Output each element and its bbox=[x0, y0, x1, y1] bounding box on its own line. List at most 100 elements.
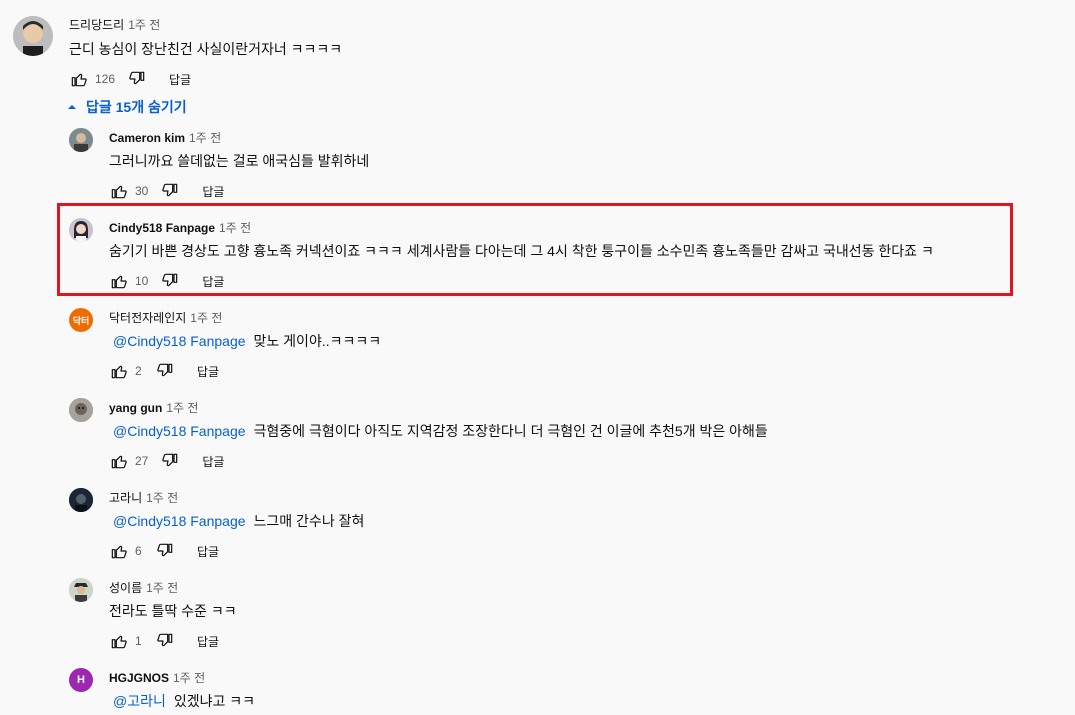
thumb-down-icon bbox=[157, 543, 173, 557]
like-count: 1 bbox=[135, 634, 142, 648]
reply-body: 전라도 틀딱 수준 ㅋㅋ bbox=[109, 603, 237, 619]
timestamp[interactable]: 1주 전 bbox=[146, 579, 178, 596]
reply-button[interactable]: 답글 bbox=[202, 273, 224, 290]
dislike-button[interactable] bbox=[155, 361, 175, 381]
reply-actions: 10 답글 bbox=[109, 271, 224, 291]
reply-body: 느그매 간수나 잘혀 bbox=[253, 513, 365, 529]
dislike-button[interactable] bbox=[155, 631, 175, 651]
thumb-down-icon bbox=[162, 273, 178, 287]
avatar-reply[interactable] bbox=[69, 578, 93, 602]
thumb-down-icon bbox=[157, 363, 173, 377]
timestamp[interactable]: 1주 전 bbox=[146, 489, 178, 506]
person-avatar-icon bbox=[69, 398, 93, 422]
person-avatar-icon bbox=[69, 218, 93, 242]
thumb-up-icon bbox=[111, 365, 127, 379]
like-count: 10 bbox=[135, 274, 149, 288]
like-button[interactable] bbox=[109, 181, 129, 201]
avatar-reply[interactable]: H bbox=[69, 668, 93, 692]
reply-header: 고라니 1주 전 bbox=[109, 489, 178, 506]
timestamp[interactable]: 1주 전 bbox=[189, 129, 221, 146]
reply-body: 숨기기 바쁜 경상도 고향 흉노족 커넥션이죠 ㅋㅋㅋ 세계사람들 다아는데 그… bbox=[109, 243, 934, 259]
like-button[interactable] bbox=[109, 631, 129, 651]
dislike-button[interactable] bbox=[160, 271, 180, 291]
like-button[interactable] bbox=[69, 69, 89, 89]
thumb-down-icon bbox=[129, 71, 145, 85]
thumb-up-icon bbox=[111, 545, 127, 559]
author-name[interactable]: Cameron kim bbox=[109, 131, 185, 145]
reply-header: 성이름 1주 전 bbox=[109, 579, 178, 596]
timestamp[interactable]: 1주 전 bbox=[190, 309, 222, 326]
reply-text: @Cindy518 Fanpage 극혐중에 극혐이다 아직도 지역감정 조장한다… bbox=[109, 421, 768, 441]
reply-actions: 6 답글 bbox=[109, 541, 219, 561]
thumb-down-icon bbox=[162, 453, 178, 467]
reply-header: Cameron kim 1주 전 bbox=[109, 129, 221, 146]
dislike-button[interactable] bbox=[127, 69, 147, 89]
person-avatar-icon bbox=[69, 488, 93, 512]
author-name[interactable]: HGJGNOS bbox=[109, 671, 169, 685]
like-button[interactable] bbox=[109, 541, 129, 561]
thumb-up-icon bbox=[111, 455, 127, 469]
author-name[interactable]: Cindy518 Fanpage bbox=[109, 221, 215, 235]
timestamp[interactable]: 1주 전 bbox=[219, 219, 251, 236]
reply-button[interactable]: 답글 bbox=[197, 363, 219, 380]
dislike-button[interactable] bbox=[160, 451, 180, 471]
like-button[interactable] bbox=[109, 451, 129, 471]
comment-text: 근디 농심이 장난친건 사실이란거자너 ㅋㅋㅋㅋ bbox=[69, 39, 342, 59]
reply-text: 전라도 틀딱 수준 ㅋㅋ bbox=[109, 601, 237, 621]
reply-actions: 27 답글 bbox=[109, 451, 224, 471]
mention-link[interactable]: @Cindy518 Fanpage bbox=[113, 513, 246, 529]
reply-body: 그러니까요 쓸데없는 걸로 애국심들 발휘하네 bbox=[109, 153, 370, 169]
avatar-reply[interactable] bbox=[69, 488, 93, 512]
reply-button[interactable]: 답글 bbox=[197, 543, 219, 560]
comment-body: 근디 농심이 장난친건 사실이란거자너 ㅋㅋㅋㅋ bbox=[69, 41, 343, 57]
author-name[interactable]: yang gun bbox=[109, 401, 162, 415]
reply-button[interactable]: 답글 bbox=[202, 453, 224, 470]
reply-button[interactable]: 답글 bbox=[169, 71, 191, 88]
reply-text: 그러니까요 쓸데없는 걸로 애국심들 발휘하네 bbox=[109, 151, 369, 171]
reply-body: 극혐중에 극혐이다 아직도 지역감정 조장한다니 더 극혐인 건 이글에 추천5… bbox=[253, 423, 768, 439]
like-count: 126 bbox=[95, 72, 116, 86]
reply-header: HGJGNOS 1주 전 bbox=[109, 669, 205, 686]
reply-text: @Cindy518 Fanpage 맞노 게이야..ㅋㅋㅋㅋ bbox=[109, 331, 381, 351]
avatar-reply[interactable] bbox=[69, 218, 93, 242]
dislike-button[interactable] bbox=[155, 541, 175, 561]
author-name[interactable]: 닥터전자레인지 bbox=[109, 309, 186, 326]
person-avatar-icon bbox=[13, 16, 53, 56]
reply-actions: 2 답글 bbox=[109, 361, 219, 381]
person-avatar-icon bbox=[69, 128, 93, 152]
person-avatar-icon bbox=[69, 578, 93, 602]
reply-actions: 30 답글 bbox=[109, 181, 224, 201]
author-name[interactable]: 고라니 bbox=[109, 489, 142, 506]
thumb-up-icon bbox=[111, 185, 127, 199]
mention-link[interactable]: @Cindy518 Fanpage bbox=[113, 423, 246, 439]
reply-header: 닥터전자레인지 1주 전 bbox=[109, 309, 222, 326]
avatar-reply[interactable] bbox=[69, 128, 93, 152]
thumb-down-icon bbox=[157, 633, 173, 647]
thumb-up-icon bbox=[111, 275, 127, 289]
avatar-reply[interactable]: 닥터 bbox=[69, 308, 93, 332]
avatar-top-comment[interactable] bbox=[13, 16, 53, 56]
mention-link[interactable]: @Cindy518 Fanpage bbox=[113, 333, 246, 349]
like-count: 27 bbox=[135, 454, 149, 468]
mention-link[interactable]: @고라니 bbox=[113, 693, 166, 709]
like-button[interactable] bbox=[109, 271, 129, 291]
comment-actions: 126 답글 bbox=[69, 69, 191, 89]
like-count: 30 bbox=[135, 184, 149, 198]
reply-body: 맞노 게이야..ㅋㅋㅋㅋ bbox=[253, 333, 382, 349]
avatar-reply[interactable] bbox=[69, 398, 93, 422]
timestamp[interactable]: 1주 전 bbox=[166, 399, 198, 416]
timestamp[interactable]: 1주 전 bbox=[128, 16, 160, 33]
hide-replies-toggle[interactable]: 답글 15개 숨기기 bbox=[66, 97, 187, 117]
thumb-down-icon bbox=[162, 183, 178, 197]
reply-header: Cindy518 Fanpage 1주 전 bbox=[109, 219, 251, 236]
author-name[interactable]: 성이름 bbox=[109, 579, 142, 596]
avatar-initial: H bbox=[77, 674, 85, 686]
like-count: 2 bbox=[135, 364, 142, 378]
reply-button[interactable]: 답글 bbox=[197, 633, 219, 650]
caret-up-icon bbox=[68, 105, 76, 109]
timestamp[interactable]: 1주 전 bbox=[173, 669, 205, 686]
reply-button[interactable]: 답글 bbox=[202, 183, 224, 200]
dislike-button[interactable] bbox=[160, 181, 180, 201]
author-name[interactable]: 드리당드리 bbox=[69, 16, 124, 33]
like-button[interactable] bbox=[109, 361, 129, 381]
